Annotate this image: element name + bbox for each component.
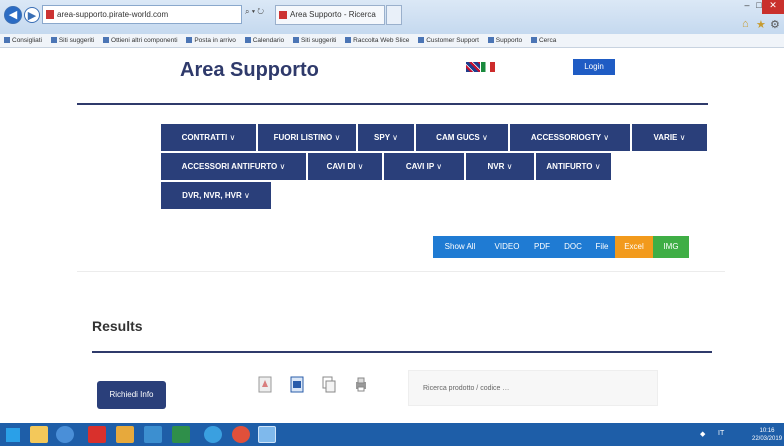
new-tab-button[interactable] [386,5,402,25]
results-divider [92,351,712,353]
address-text: area-supporto.pirate-world.com [57,10,169,19]
menu-item[interactable]: CAVI DI ∨ [308,153,382,180]
chevron-down-icon: ∨ [357,162,364,171]
gear-icon[interactable]: ⚙ [770,18,780,31]
menu-item[interactable]: CONTRATTI ∨ [161,124,256,151]
chrome-icon[interactable] [232,426,250,443]
favorite-link[interactable]: Consigliati [4,34,42,47]
menu-item[interactable]: VARIE ∨ [632,124,707,151]
menu-item[interactable]: ANTIFURTO ∨ [536,153,611,180]
print-icon[interactable] [354,376,368,393]
browser-toolbar: ◀ ▶ area-supporto.pirate-world.com ⌕ ▾ ↻… [0,0,784,34]
menu-item[interactable]: CAM GUCS ∨ [416,124,508,151]
filter-bar: Show All VIDEO PDF DOC File Excel IMG [433,236,689,258]
acrobat-icon[interactable] [88,426,106,443]
language-indicator[interactable]: IT [718,430,724,437]
close-icon[interactable]: ✕ [762,0,784,14]
chevron-down-icon: ∨ [392,133,398,142]
filter-pdf[interactable]: PDF [527,236,557,258]
menu-item[interactable]: SPY ∨ [358,124,414,151]
favorite-link[interactable]: Siti suggeriti [293,34,336,47]
favorites-star-icon[interactable]: ★ [756,18,766,31]
favorite-link[interactable]: Supporto [488,34,522,47]
chevron-down-icon: ∨ [594,162,601,171]
app-icon[interactable] [56,426,74,443]
clock[interactable]: 10:16 22/03/2019 [752,427,782,443]
chevron-down-icon: ∨ [229,133,236,142]
request-info-button[interactable]: Richiedi Info [97,381,166,409]
menu-item[interactable]: CAVI IP ∨ [384,153,464,180]
windows-start-icon[interactable] [6,428,20,442]
favorites-bar: Consigliati Siti suggeriti Ottieni altri… [0,34,784,48]
word-doc-icon[interactable] [290,376,304,393]
italy-flag-icon[interactable] [481,62,495,72]
results-heading: Results [92,318,143,334]
menu-item[interactable]: ACCESSORI ANTIFURTO ∨ [161,153,306,180]
chevron-down-icon: ∨ [334,133,341,142]
chevron-down-icon: ∨ [243,191,250,200]
chevron-down-icon: ∨ [279,162,286,171]
address-bar[interactable]: area-supporto.pirate-world.com [42,5,242,24]
address-tools[interactable]: ⌕ ▾ ↻ [245,7,264,17]
tab-title: Area Supporto - Ricerca [290,10,376,19]
excel-icon[interactable] [172,426,190,443]
internet-explorer-active-icon[interactable] [258,426,276,443]
favorite-link[interactable]: Cerca [531,34,556,47]
header-divider [77,103,708,105]
browser-tab[interactable]: Area Supporto - Ricerca [275,5,385,25]
tab-favicon-icon [279,11,287,19]
filter-img[interactable]: IMG [653,236,689,258]
login-button[interactable]: Login [573,59,615,75]
menu-item[interactable]: ACCESSORIOGTY ∨ [510,124,630,151]
site-title: Area Supporto [180,59,319,81]
section-divider [77,271,725,272]
favorite-link[interactable]: Customer Support [418,34,479,47]
filter-file[interactable]: File [589,236,615,258]
favorite-link[interactable]: Raccolta Web Slice [345,34,409,47]
uk-flag-icon[interactable] [466,62,480,72]
chevron-down-icon: ∨ [679,133,686,142]
network-icon[interactable]: ◆ [700,430,705,438]
favorite-link[interactable]: Calendario [245,34,284,47]
app-icon[interactable] [144,426,162,443]
menu-item[interactable]: FUORI LISTINO ∨ [258,124,356,151]
forward-button[interactable]: ▶ [24,7,40,23]
app-icon[interactable] [116,426,134,443]
copy-icon[interactable] [322,376,336,393]
menu-item[interactable]: NVR ∨ [466,153,534,180]
pdf-icon[interactable] [258,376,272,393]
search-input[interactable]: Ricerca prodotto / codice … [408,370,658,406]
filter-doc[interactable]: DOC [557,236,589,258]
menu-item[interactable]: DVR, NVR, HVR ∨ [161,182,271,209]
clock-date: 22/03/2019 [752,436,783,442]
filter-show-all[interactable]: Show All [433,236,487,258]
chevron-down-icon: ∨ [603,133,610,142]
chevron-down-icon: ∨ [506,162,513,171]
internet-explorer-icon[interactable] [204,426,222,443]
chevron-down-icon: ∨ [481,133,488,142]
filter-excel[interactable]: Excel [615,236,653,258]
favorite-link[interactable]: Siti suggeriti [51,34,94,47]
back-button[interactable]: ◀ [4,6,22,24]
filter-video[interactable]: VIDEO [487,236,527,258]
home-icon[interactable]: ⌂ [742,18,749,30]
favorite-link[interactable]: Posta in arrivo [186,34,236,47]
clock-time: 10:16 [759,428,775,434]
site-favicon-icon [46,10,54,19]
chevron-down-icon: ∨ [436,162,443,171]
file-explorer-icon[interactable] [30,426,48,443]
taskbar: ◆ IT 10:16 22/03/2019 [0,423,784,446]
favorite-link[interactable]: Ottieni altri componenti [103,34,177,47]
